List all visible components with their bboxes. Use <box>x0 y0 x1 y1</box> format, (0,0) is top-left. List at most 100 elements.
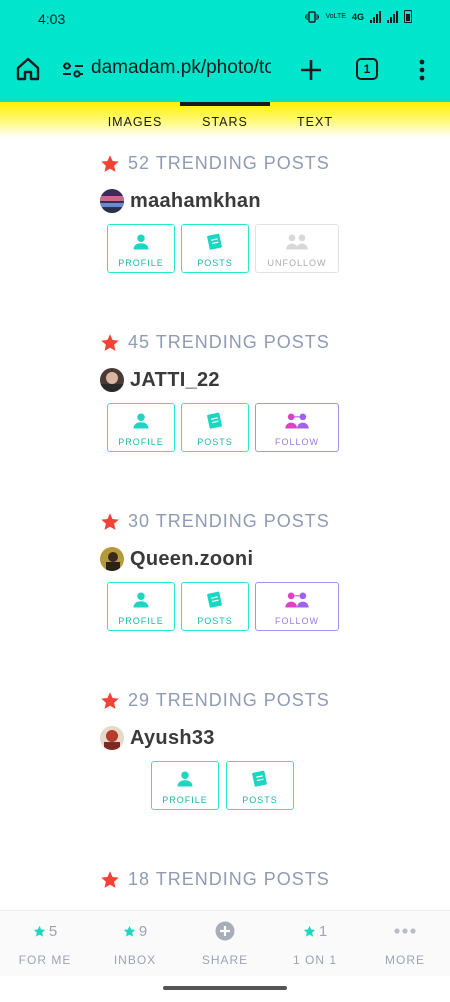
profile-button[interactable]: PROFILE <box>151 761 219 810</box>
user-line[interactable]: maahamkhan <box>100 189 261 213</box>
dots-icon <box>394 928 416 934</box>
follow-icon <box>285 413 309 429</box>
bottom-nav: 5 FOR ME 9 INBOX SHARE 1 1 ON 1 MORE <box>0 910 450 976</box>
nav-inbox[interactable]: 9 INBOX <box>90 911 180 977</box>
new-tab-icon[interactable] <box>298 57 324 83</box>
username[interactable]: Queen.zooni <box>130 548 253 571</box>
nav-label: 1 ON 1 <box>292 953 337 967</box>
category-tabs: IMAGES STARS TEXT <box>0 102 450 138</box>
follow-button[interactable]: FOLLOW <box>255 403 339 452</box>
tab-switcher-button[interactable]: 1 <box>356 58 378 80</box>
signal-icon <box>370 10 381 23</box>
tab-images[interactable]: IMAGES <box>95 102 175 138</box>
action-row: PROFILE POSTS FOLLOW <box>107 403 339 452</box>
trend-line: 52 TRENDING POSTS <box>100 153 330 174</box>
profile-button[interactable]: PROFILE <box>107 582 175 631</box>
nav-label: INBOX <box>113 953 157 967</box>
tab-stars[interactable]: STARS <box>180 102 270 138</box>
overflow-menu-icon[interactable] <box>412 58 432 82</box>
user-line[interactable]: Ayush33 <box>100 726 215 750</box>
user-line[interactable]: Queen.zooni <box>100 547 253 571</box>
nav-count: 1 <box>318 922 328 940</box>
status-icons: VoLTE 4G <box>305 10 412 23</box>
star-icon <box>123 925 136 938</box>
signal-icon <box>387 10 398 23</box>
unfollow-icon <box>284 232 310 252</box>
star-icon <box>100 154 120 174</box>
nav-top: 1 <box>303 921 327 941</box>
trending-list: 52 TRENDING POSTS maahamkhan PROFILE POS… <box>0 138 450 910</box>
nav-label: MORE <box>385 953 425 967</box>
profile-button[interactable]: PROFILE <box>107 224 175 273</box>
posts-button[interactable]: POSTS <box>226 761 294 810</box>
username[interactable]: maahamkhan <box>130 190 261 213</box>
follow-button-label: FOLLOW <box>274 616 319 626</box>
notes-icon <box>205 590 225 610</box>
gesture-bar[interactable] <box>163 986 287 990</box>
nav-top <box>394 921 416 941</box>
profile-button-label: PROFILE <box>162 795 208 805</box>
nav-more[interactable]: MORE <box>360 911 450 977</box>
notes-icon <box>250 769 270 789</box>
user-line[interactable]: JATTI_22 <box>100 368 220 392</box>
star-icon <box>33 925 46 938</box>
posts-button[interactable]: POSTS <box>181 403 249 452</box>
posts-button-label: POSTS <box>197 437 233 447</box>
trend-line: 29 TRENDING POSTS <box>100 690 330 711</box>
nav-for-me[interactable]: 5 FOR ME <box>0 911 90 977</box>
profile-button-label: PROFILE <box>118 258 164 268</box>
follow-icon <box>285 592 309 608</box>
trending-count: 18 TRENDING POSTS <box>128 869 330 889</box>
person-icon <box>131 232 151 252</box>
follow-button-label: FOLLOW <box>274 437 319 447</box>
action-row: PROFILE POSTS <box>151 761 295 810</box>
home-icon[interactable] <box>14 55 42 83</box>
browser-toolbar: damadam.pk/photo/to 1 <box>0 38 450 102</box>
nav-label: SHARE <box>201 953 249 967</box>
volte-icon: VoLTE <box>325 13 346 20</box>
status-bar: 4:03 VoLTE 4G <box>0 0 450 38</box>
star-icon <box>100 333 120 353</box>
network-type: 4G <box>351 11 364 22</box>
person-icon <box>131 411 151 431</box>
nav-one-on-one[interactable]: 1 1 ON 1 <box>270 911 360 977</box>
unfollow-button-label: UNFOLLOW <box>267 258 327 268</box>
star-icon <box>303 925 316 938</box>
avatar[interactable] <box>100 368 124 392</box>
posts-button[interactable]: POSTS <box>181 582 249 631</box>
star-icon <box>100 691 120 711</box>
nav-top: 9 <box>123 921 147 941</box>
nav-top <box>215 921 235 941</box>
battery-icon <box>404 10 412 23</box>
notes-icon <box>205 232 225 252</box>
posts-button-label: POSTS <box>197 616 233 626</box>
trending-count: 52 TRENDING POSTS <box>128 153 330 173</box>
nav-count: 5 <box>48 922 58 940</box>
posts-button[interactable]: POSTS <box>181 224 249 273</box>
trend-line: 45 TRENDING POSTS <box>100 332 330 353</box>
username[interactable]: Ayush33 <box>130 727 215 750</box>
person-icon <box>175 769 195 789</box>
trend-line: 18 TRENDING POSTS <box>100 869 330 890</box>
nav-count: 9 <box>138 922 148 940</box>
action-row: PROFILE POSTS UNFOLLOW <box>107 224 339 273</box>
username[interactable]: JATTI_22 <box>130 369 220 392</box>
profile-button[interactable]: PROFILE <box>107 403 175 452</box>
profile-button-label: PROFILE <box>118 616 164 626</box>
star-icon <box>100 512 120 532</box>
nav-top: 5 <box>33 921 57 941</box>
avatar[interactable] <box>100 189 124 213</box>
unfollow-button[interactable]: UNFOLLOW <box>255 224 339 273</box>
action-row: PROFILE POSTS FOLLOW <box>107 582 339 631</box>
posts-button-label: POSTS <box>197 258 233 268</box>
follow-button[interactable]: FOLLOW <box>255 582 339 631</box>
avatar[interactable] <box>100 547 124 571</box>
avatar[interactable] <box>100 726 124 750</box>
profile-button-label: PROFILE <box>118 437 164 447</box>
status-time: 4:03 <box>38 11 66 27</box>
tab-text[interactable]: TEXT <box>275 102 355 138</box>
nav-share[interactable]: SHARE <box>180 911 270 977</box>
site-settings-icon[interactable] <box>62 60 84 80</box>
url-bar[interactable]: damadam.pk/photo/to <box>91 57 271 79</box>
nav-label: FOR ME <box>18 953 72 967</box>
